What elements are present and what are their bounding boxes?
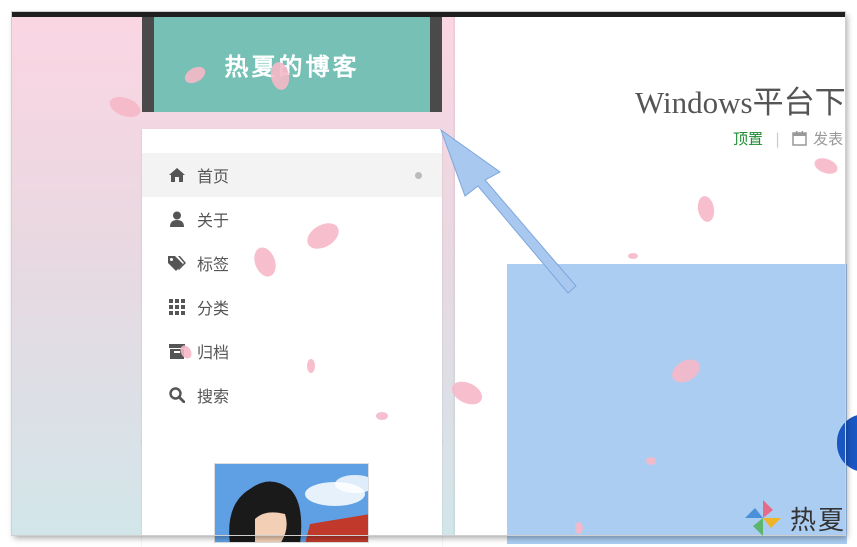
top-bar: [12, 12, 845, 17]
post-meta: 顶置 | 发表: [733, 128, 843, 149]
home-icon: [167, 165, 187, 185]
archive-icon: [167, 341, 187, 361]
menu-item-tags[interactable]: 标签: [142, 241, 442, 285]
post-panel: Windows平台下 顶置 | 发表: [455, 17, 857, 544]
menu-item-about[interactable]: 关于: [142, 197, 442, 241]
menu-item-label: 标签: [197, 255, 230, 274]
nav-menu: 首页 关于 标签 分类 归档 搜索: [142, 129, 442, 441]
user-icon: [167, 209, 187, 229]
tags-icon: [167, 253, 187, 273]
menu-item-label: 关于: [197, 211, 230, 230]
pinwheel-icon: [742, 497, 784, 539]
menu-item-label: 分类: [197, 299, 230, 318]
watermark: 热夏: [742, 496, 847, 540]
menu-item-home[interactable]: 首页: [142, 153, 442, 197]
avatar[interactable]: [214, 463, 369, 543]
grid-icon: [167, 297, 187, 317]
profile-card: [142, 438, 442, 547]
brand-block[interactable]: 热夏的博客: [154, 17, 430, 112]
menu-item-label: 首页: [197, 167, 230, 186]
meta-separator: |: [775, 129, 781, 148]
search-icon: [167, 385, 187, 405]
active-indicator: [415, 172, 422, 179]
pin-label: 顶置: [733, 130, 764, 148]
menu-item-archives[interactable]: 归档: [142, 329, 442, 373]
post-title[interactable]: Windows平台下: [635, 77, 846, 122]
watermark-text: 热夏: [790, 505, 847, 536]
site-title[interactable]: 热夏的博客: [225, 47, 360, 82]
screenshot-frame: 热夏的博客 首页 关于 标签 分类 归档 搜索 Windows平台下 顶置 | …: [0, 0, 857, 547]
menu-item-categories[interactable]: 分类: [142, 285, 442, 329]
menu-item-search[interactable]: 搜索: [142, 373, 442, 417]
published-label: 发表: [813, 130, 844, 148]
cover-graphic: [837, 414, 857, 472]
menu-item-label: 搜索: [197, 387, 230, 406]
calendar-icon: [792, 131, 807, 146]
brand-header: 热夏的博客: [142, 17, 442, 112]
menu-item-label: 归档: [197, 343, 230, 362]
